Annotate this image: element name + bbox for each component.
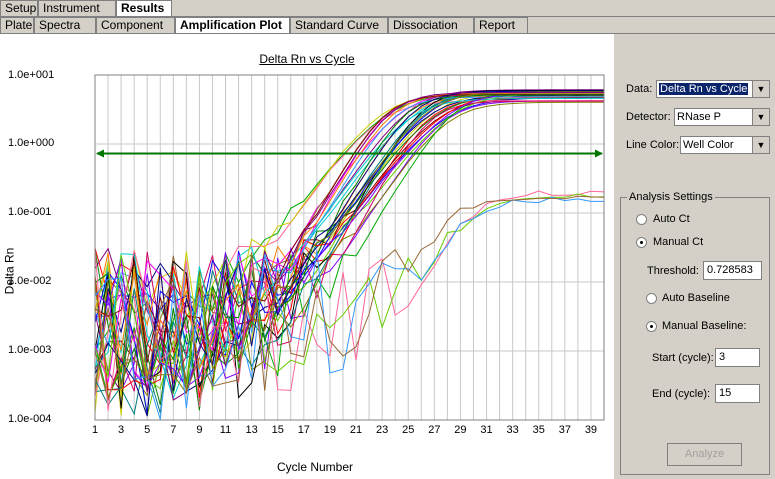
amplification-chart[interactable] xyxy=(0,34,614,479)
manual-baseline-label: Manual Baseline: xyxy=(662,320,747,332)
amplification-curve xyxy=(94,97,604,398)
amplification-curve xyxy=(94,94,605,383)
chevron-down-icon[interactable]: ▼ xyxy=(752,137,769,153)
auto-baseline-radio[interactable] xyxy=(646,293,657,304)
line-color-select-value: Well Color xyxy=(683,139,734,151)
auto-ct-label: Auto Ct xyxy=(653,213,690,225)
amplification-curve xyxy=(94,100,605,399)
amplification-curve xyxy=(94,94,605,406)
tab-plate[interactable]: Plate xyxy=(0,17,34,33)
data-select-value: Delta Rn vs Cycle xyxy=(659,83,749,95)
tab-results[interactable]: Results xyxy=(116,0,172,16)
settings-pane: Data: Delta Rn vs Cycle ▼ Detector: RNas… xyxy=(614,34,775,479)
tab-standard-curve[interactable]: Standard Curve xyxy=(290,17,388,33)
end-cycle-input[interactable]: 15 xyxy=(715,384,760,403)
detector-select-value: RNase P xyxy=(677,111,722,123)
amplification-curve xyxy=(94,89,604,409)
amplification-curve xyxy=(94,90,605,387)
data-label: Data: xyxy=(626,83,653,95)
chevron-down-icon[interactable]: ▼ xyxy=(752,81,769,97)
amplification-plot-pane: Delta Rn vs Cycle Delta Rn Cycle Number … xyxy=(0,34,614,479)
tab-instrument[interactable]: Instrument xyxy=(38,0,116,16)
amplification-curve xyxy=(94,91,604,401)
auto-ct-radio[interactable] xyxy=(636,214,647,225)
sub-tab-row: Plate Spectra Component Amplification Pl… xyxy=(0,17,775,34)
manual-ct-radio[interactable] xyxy=(636,237,647,248)
end-cycle-label: End (cycle): xyxy=(652,388,711,400)
threshold-label: Threshold: xyxy=(647,265,699,277)
threshold-input[interactable]: 0.728583 xyxy=(703,261,762,280)
amplification-curve xyxy=(94,93,605,402)
tab-component[interactable]: Component xyxy=(96,17,175,33)
threshold-handle-icon[interactable] xyxy=(96,149,104,158)
chevron-down-icon[interactable]: ▼ xyxy=(752,109,769,125)
analyze-button[interactable]: Analyze xyxy=(667,443,742,466)
top-tab-row: Setup Instrument Results xyxy=(0,0,775,17)
tab-setup[interactable]: Setup xyxy=(0,0,38,16)
detector-label: Detector: xyxy=(626,111,671,123)
line-color-select[interactable]: Well Color ▼ xyxy=(680,136,770,154)
threshold-handle-icon[interactable] xyxy=(595,149,603,158)
manual-ct-label: Manual Ct xyxy=(653,236,704,248)
amplification-curve xyxy=(94,97,604,400)
line-color-label: Line Color: xyxy=(626,139,680,151)
start-cycle-label: Start (cycle): xyxy=(652,352,714,364)
start-cycle-input[interactable]: 3 xyxy=(715,348,760,367)
amplification-curve xyxy=(94,94,605,385)
tab-report[interactable]: Report xyxy=(474,17,528,33)
tab-spectra[interactable]: Spectra xyxy=(34,17,96,33)
manual-baseline-radio[interactable] xyxy=(646,321,657,332)
data-select[interactable]: Delta Rn vs Cycle ▼ xyxy=(656,80,770,98)
auto-baseline-label: Auto Baseline xyxy=(662,292,730,304)
analysis-settings-title: Analysis Settings xyxy=(627,191,715,203)
tab-dissociation[interactable]: Dissociation xyxy=(388,17,474,33)
detector-select[interactable]: RNase P ▼ xyxy=(674,108,770,126)
tab-amplification-plot[interactable]: Amplification Plot xyxy=(175,17,290,33)
